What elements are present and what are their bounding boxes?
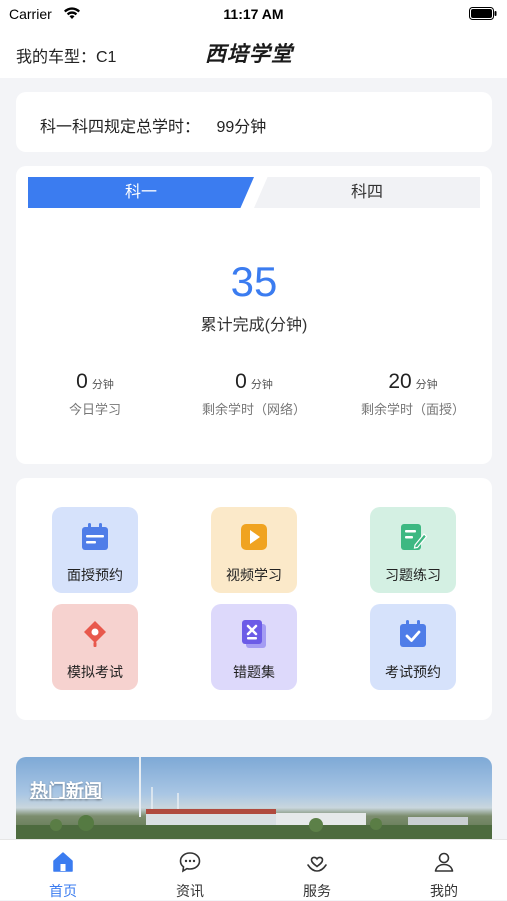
user-icon: [432, 850, 456, 874]
feature-grid: 面授预约 视频学习 习题练习 模拟考试 错题集 考试预约: [16, 478, 492, 720]
stat-value: 20: [388, 370, 412, 393]
tab-news[interactable]: 资讯: [127, 840, 253, 901]
heart-hand-icon: [305, 850, 329, 874]
tile-label: 习题练习: [385, 567, 441, 583]
play-icon: [238, 521, 270, 553]
status-bar: Carrier 11:17 AM: [0, 0, 507, 28]
tab-label: 资讯: [176, 883, 204, 899]
pen-icon: [79, 618, 111, 650]
subject-tabs: 科一 科四: [28, 177, 480, 208]
stat-remaining-offline: 20 分钟 剩余学时（面授）: [334, 370, 492, 418]
brand-logo: 西培学堂: [205, 43, 293, 66]
required-hours-text: 科一科四规定总学时： 99分钟: [40, 113, 266, 137]
required-hours-value: 99分钟: [216, 119, 267, 136]
news-banner[interactable]: 热门新闻: [16, 757, 492, 839]
exam-booking-button[interactable]: 考试预约: [370, 604, 456, 690]
car-type-selector[interactable]: 我的车型：C1: [16, 43, 116, 67]
exercise-icon: [397, 521, 429, 553]
clock: 11:17 AM: [223, 6, 284, 22]
total-minutes-value: 35: [230, 258, 278, 305]
battery-icon: [469, 7, 497, 23]
total-minutes-caption: 累计完成(分钟): [200, 317, 308, 334]
exercise-practice-button[interactable]: 习题练习: [370, 507, 456, 593]
tab-subject-one[interactable]: 科一: [28, 177, 254, 208]
stat-label: 今日学习: [68, 402, 121, 417]
tab-label: 我的: [430, 883, 458, 899]
tile-label: 视频学习: [226, 567, 282, 583]
stat-unit: 分钟: [415, 379, 438, 391]
stat-value: 0: [76, 370, 88, 393]
stat-remaining-online: 0 分钟 剩余学时（网络）: [175, 370, 333, 418]
calendar-icon: [79, 521, 111, 553]
stat-value: 0: [235, 370, 247, 393]
chat-icon: [178, 850, 202, 874]
face-to-face-booking-button[interactable]: 面授预约: [52, 507, 138, 593]
tile-label: 错题集: [233, 664, 275, 680]
wrong-questions-button[interactable]: 错题集: [211, 604, 297, 690]
home-icon: [51, 850, 75, 874]
tab-services[interactable]: 服务: [254, 840, 380, 901]
exam-calendar-icon: [397, 618, 429, 650]
tab-home[interactable]: 首页: [0, 840, 126, 901]
tab-label: 服务: [303, 883, 331, 899]
stat-label: 剩余学时（面授）: [360, 402, 465, 417]
bottom-tab-bar: 首页 资讯 服务 我的: [0, 839, 507, 900]
tile-label: 面授预约: [67, 567, 123, 583]
stat-unit: 分钟: [91, 379, 114, 391]
wrong-book-icon: [238, 618, 270, 650]
tab-subject-four[interactable]: 科四: [254, 177, 480, 208]
required-hours-card: 科一科四规定总学时： 99分钟: [16, 92, 492, 152]
progress-card: 科一 科四 35 累计完成(分钟) 0 分钟 今日学习 0 分钟 剩余学时（网络） …: [16, 166, 492, 464]
video-learning-button[interactable]: 视频学习: [211, 507, 297, 593]
stat-label: 剩余学时（网络）: [201, 402, 306, 417]
required-hours-label: 科一科四规定总学时：: [40, 119, 201, 136]
tile-label: 考试预约: [385, 664, 441, 680]
stat-unit: 分钟: [250, 379, 273, 391]
news-section-title: 热门新闻: [30, 781, 102, 801]
tab-profile[interactable]: 我的: [381, 840, 507, 901]
stat-today: 0 分钟 今日学习: [16, 370, 174, 418]
tile-label: 模拟考试: [67, 664, 123, 680]
mock-exam-button[interactable]: 模拟考试: [52, 604, 138, 690]
tab-label: 首页: [49, 883, 77, 899]
header: 我的车型：C1 西培学堂: [0, 28, 507, 78]
